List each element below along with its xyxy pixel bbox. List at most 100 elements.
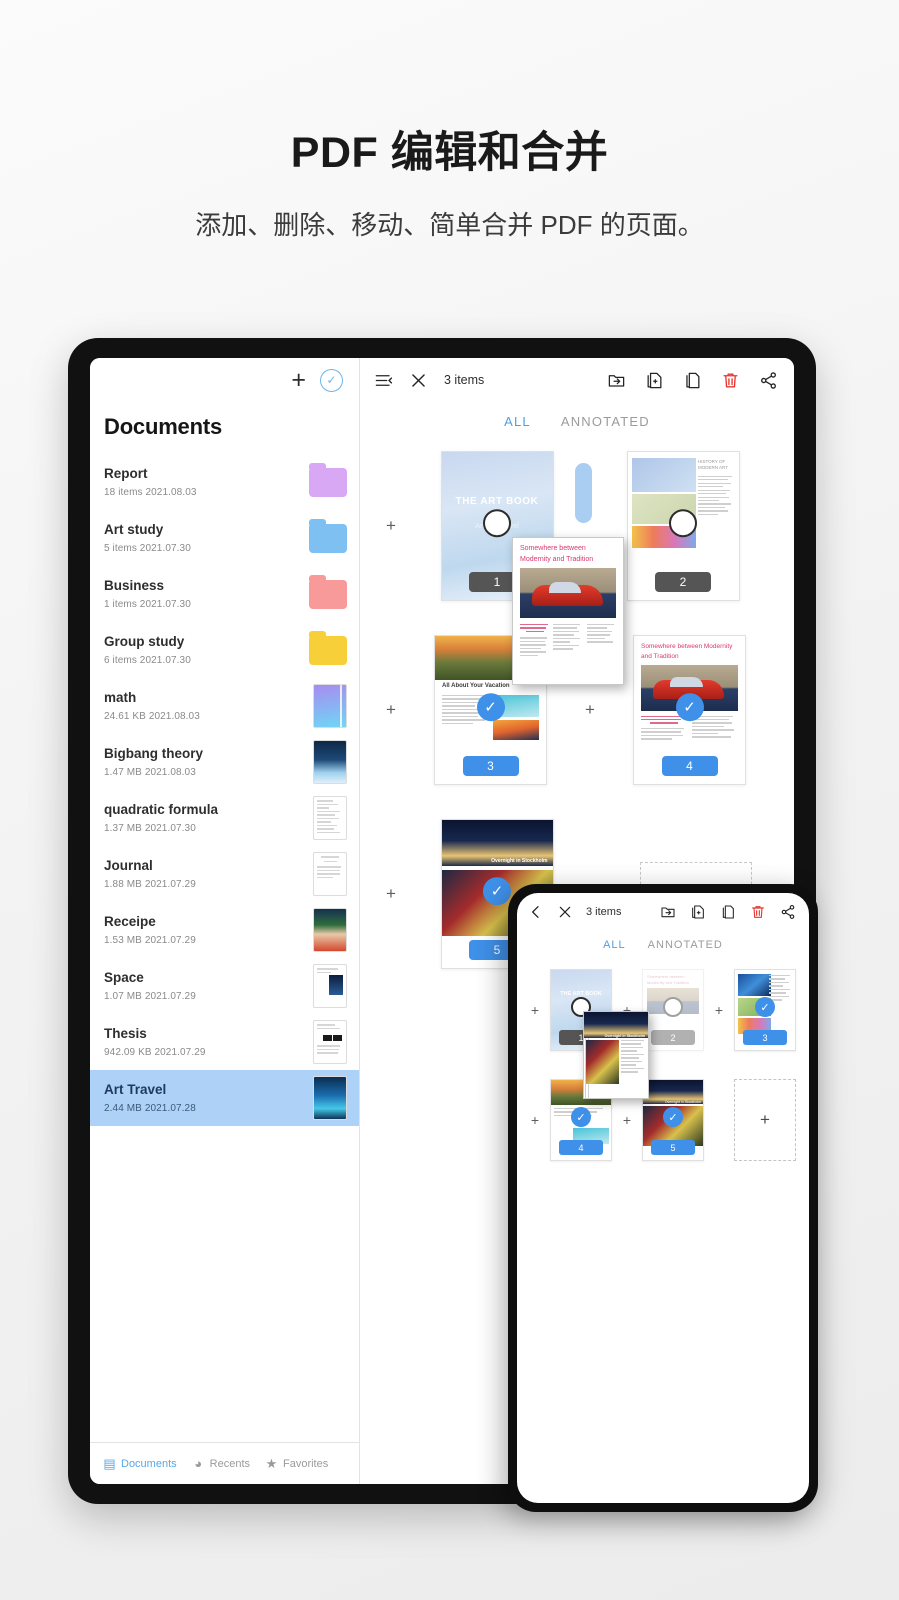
documents-icon: ▤	[103, 1455, 116, 1471]
dragged-page-thumbnail[interactable]: Somewhere between Modernity and Traditio…	[512, 537, 624, 685]
list-item[interactable]: Bigbang theory 1.47 MB 2021.08.03	[90, 734, 359, 790]
item-name: Thesis	[104, 1026, 147, 1041]
tab-all[interactable]: ALL	[603, 939, 626, 951]
insert-page-marker[interactable]: +	[525, 1002, 545, 1018]
page-select-circle[interactable]	[483, 509, 511, 538]
page-thumbnail[interactable]: ✓ 3	[734, 969, 796, 1051]
page-number-badge: 5	[651, 1140, 695, 1155]
item-name: Journal	[104, 858, 153, 873]
add-page-cell[interactable]: +	[729, 1079, 801, 1161]
add-document-icon[interactable]: +	[291, 367, 306, 393]
sidebar: + ✓ Documents Report 18 items 2021.08.03…	[90, 358, 360, 1484]
page-thumbnail[interactable]: HISTORY OF MODERN ART 2	[626, 451, 740, 601]
list-item[interactable]: Business 1 items 2021.07.30	[90, 566, 359, 622]
duplicate-icon[interactable]	[720, 904, 736, 920]
list-item[interactable]: Space 1.07 MB 2021.07.29	[90, 958, 359, 1014]
tab-all[interactable]: ALL	[504, 414, 531, 429]
item-name: Bigbang theory	[104, 746, 204, 761]
document-thumbnail	[313, 684, 347, 728]
clock-icon: ◕	[194, 1456, 203, 1471]
add-page-button[interactable]: +	[734, 1079, 796, 1161]
insert-page-marker[interactable]: +	[525, 1112, 545, 1128]
trash-icon[interactable]	[721, 371, 740, 390]
phone-page-grid: + THE ART BOOK 1 + Somewhere between Mod…	[517, 951, 809, 1161]
insert-page-marker[interactable]: +	[378, 516, 404, 536]
item-meta: 24.61 KB 2021.08.03	[104, 711, 200, 722]
dragged-page-thumbnail[interactable]: Overnight in Stockholm	[583, 1011, 649, 1099]
share-icon[interactable]	[780, 904, 796, 920]
chevron-left-icon[interactable]	[528, 904, 544, 920]
page-select-circle[interactable]: ✓	[483, 877, 511, 906]
list-item[interactable]: Art study 5 items 2021.07.30	[90, 510, 359, 566]
tab-annotated[interactable]: ANNOTATED	[648, 939, 723, 951]
page-cell[interactable]: ✓ 3	[729, 969, 801, 1051]
page-thumbnail[interactable]: Somewhere between Modernity and Traditio…	[642, 969, 704, 1051]
move-to-folder-icon[interactable]	[660, 904, 676, 920]
insert-page-marker[interactable]: +	[577, 700, 603, 720]
insert-page-marker[interactable]: +	[617, 1112, 637, 1128]
item-meta: 1 items 2021.07.30	[104, 599, 191, 610]
star-icon: ★	[265, 1455, 278, 1471]
item-meta: 942.09 KB 2021.07.29	[104, 1047, 206, 1058]
close-icon[interactable]	[557, 904, 573, 920]
page-select-circle[interactable]	[669, 509, 697, 538]
page-thumbnail[interactable]: Somewhere between Modernity and Traditio…	[633, 635, 746, 785]
sidebar-item-favorites[interactable]: ★ Favorites	[264, 1455, 329, 1471]
sidebar-toolbar: + ✓	[90, 358, 359, 402]
insert-page-marker[interactable]: +	[709, 1002, 729, 1018]
selection-count: 3 items	[444, 373, 485, 387]
selection-count: 3 items	[586, 906, 622, 918]
insert-page-marker[interactable]: +	[378, 884, 404, 904]
folder-icon	[309, 630, 347, 665]
item-name: quadratic formula	[104, 802, 219, 817]
item-meta: 1.07 MB 2021.07.29	[104, 991, 196, 1002]
list-item[interactable]: Report 18 items 2021.08.03	[90, 454, 359, 510]
item-meta: 1.37 MB 2021.07.30	[104, 823, 196, 834]
page-section-title: Overnight in Stockholm	[491, 858, 548, 864]
page-cell[interactable]: Somewhere between Modernity and Traditio…	[603, 635, 776, 785]
list-collapse-icon[interactable]	[374, 371, 393, 390]
list-item[interactable]: Thesis 942.09 KB 2021.07.29	[90, 1014, 359, 1070]
page-select-circle[interactable]: ✓	[675, 693, 704, 722]
page-number-badge: 3	[743, 1030, 787, 1045]
page-select-circle[interactable]: ✓	[663, 1107, 683, 1127]
folder-icon	[309, 574, 347, 609]
insert-page-marker[interactable]: +	[378, 700, 404, 720]
item-name: Report	[104, 466, 148, 481]
item-meta: 1.88 MB 2021.07.29	[104, 879, 196, 890]
page-thumbnail[interactable]: Overnight in Stockholm ✓ 5	[642, 1079, 704, 1161]
item-name: Receipe	[104, 914, 156, 929]
trash-icon[interactable]	[750, 904, 766, 920]
tab-annotated[interactable]: ANNOTATED	[561, 414, 650, 429]
list-item[interactable]: Journal 1.88 MB 2021.07.29	[90, 846, 359, 902]
extract-page-icon[interactable]	[645, 371, 664, 390]
sidebar-title: Documents	[104, 414, 222, 439]
list-item[interactable]: Receipe 1.53 MB 2021.07.29	[90, 902, 359, 958]
move-to-folder-icon[interactable]	[607, 371, 626, 390]
page-select-circle[interactable]: ✓	[755, 997, 775, 1017]
duplicate-icon[interactable]	[683, 371, 702, 390]
list-item[interactable]: Group study 6 items 2021.07.30	[90, 622, 359, 678]
folder-icon	[309, 462, 347, 497]
page-select-circle[interactable]: ✓	[476, 693, 505, 722]
sidebar-item-documents[interactable]: ▤ Documents	[102, 1455, 176, 1471]
select-mode-icon[interactable]: ✓	[320, 368, 343, 392]
list-item[interactable]: quadratic formula 1.37 MB 2021.07.30	[90, 790, 359, 846]
item-name: Art study	[104, 522, 164, 537]
list-item[interactable]: math 24.61 KB 2021.08.03	[90, 678, 359, 734]
close-icon[interactable]	[409, 371, 428, 390]
extract-page-icon[interactable]	[690, 904, 706, 920]
page-manager-toolbar: 3 items	[360, 358, 794, 402]
document-thumbnail	[313, 1020, 347, 1064]
page-select-circle[interactable]: ✓	[571, 1107, 591, 1127]
page-grid-row: + ✓ 4 + Overnight in Stockholm ✓ 5 +	[525, 1079, 801, 1161]
item-meta: 6 items 2021.07.30	[104, 655, 191, 666]
phone-filter-tabs: ALL ANNOTATED	[517, 931, 809, 951]
document-thumbnail	[313, 852, 347, 896]
item-meta: 5 items 2021.07.30	[104, 543, 191, 554]
list-item-selected[interactable]: Art Travel 2.44 MB 2021.07.28	[90, 1070, 359, 1126]
page-number-badge: 2	[655, 572, 711, 592]
page-select-circle[interactable]	[663, 997, 683, 1017]
sidebar-item-recents[interactable]: ◕ Recents	[191, 1456, 250, 1471]
share-icon[interactable]	[759, 371, 778, 390]
